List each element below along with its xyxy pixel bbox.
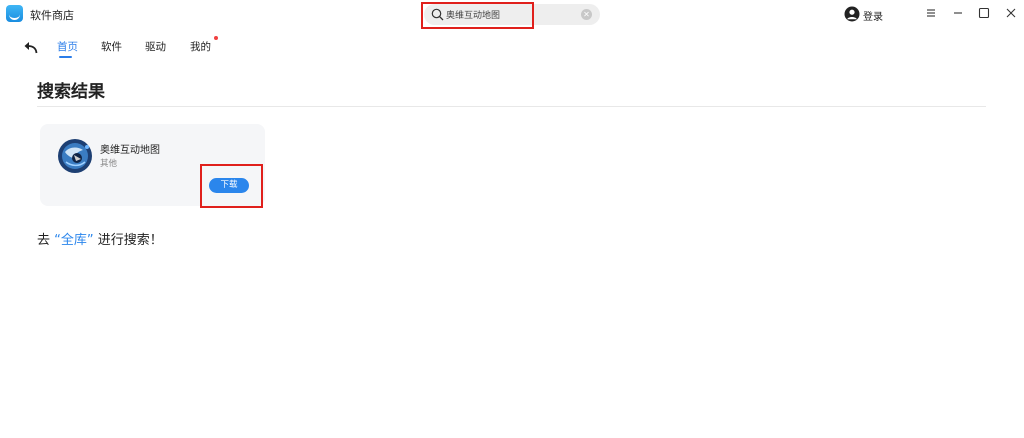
tab-drivers[interactable]: 驱动 [145, 39, 166, 54]
divider [37, 106, 986, 107]
close-icon[interactable] [1003, 5, 1019, 21]
search-all-link[interactable]: “全库” [54, 233, 93, 248]
page-title: 搜索结果 [37, 82, 105, 102]
notification-dot [214, 36, 218, 40]
app-globe-icon [58, 139, 92, 173]
back-arrow-icon[interactable] [23, 40, 39, 54]
login-label: 登录 [863, 12, 883, 23]
tab-software[interactable]: 软件 [101, 39, 122, 54]
app-title: 软件商店 [30, 9, 74, 22]
close-circle-icon[interactable]: ✕ [581, 9, 592, 20]
app-category: 其他 [100, 159, 118, 169]
minimize-icon[interactable] [950, 5, 966, 21]
highlight-box-download [200, 164, 263, 208]
maximize-icon[interactable] [976, 5, 992, 21]
app-logo-icon [6, 5, 23, 22]
tab-mine[interactable]: 我的 [190, 39, 211, 54]
app-name: 奥维互动地图 [100, 145, 160, 156]
tab-active-indicator [59, 56, 72, 58]
user-avatar-icon [844, 6, 860, 22]
highlight-box-search [421, 2, 534, 29]
menu-icon[interactable] [923, 5, 939, 21]
search-all-prefix: 去 [37, 233, 51, 248]
search-all-prompt: 去 “全库” 进行搜索！ [37, 229, 163, 248]
tab-home[interactable]: 首页 [57, 39, 78, 54]
search-all-suffix: 进行搜索！ [97, 233, 163, 248]
